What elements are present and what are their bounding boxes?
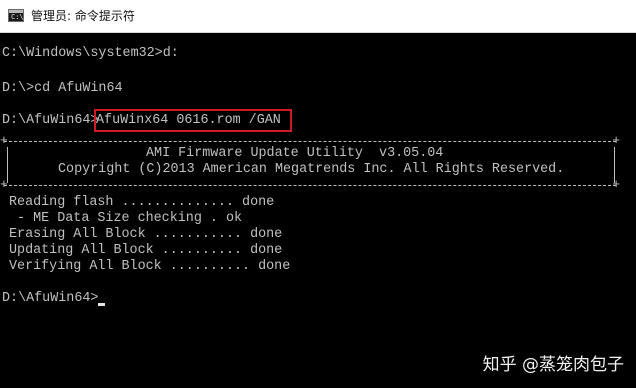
- command-prompt-window: C:\ 管理员: 命令提示符 C:\Windows\system32>d: D:…: [0, 0, 636, 388]
- console-prompt: D:\AfuWin64>: [2, 291, 99, 306]
- text-cursor: [98, 303, 105, 306]
- console-line: Updating All Block .......... done: [9, 243, 283, 258]
- banner-title: AMI Firmware Update Utility v3.05.04: [146, 146, 444, 161]
- console-line: Reading flash .............. done: [9, 195, 275, 210]
- title-bar[interactable]: C:\ 管理员: 命令提示符: [0, 0, 636, 33]
- watermark: 知乎 @蒸笼肉包子: [482, 355, 624, 375]
- console-line: Verifying All Block .......... done: [9, 259, 291, 274]
- console-output[interactable]: C:\Windows\system32>d: D:\>cd AfuWin64 D…: [0, 33, 636, 388]
- banner-top-border: + +: [0, 133, 620, 148]
- console-prompt: D:\AfuWin64>: [2, 113, 99, 128]
- console-line: Erasing All Block ........... done: [9, 227, 283, 242]
- console-line: C:\Windows\system32>d:: [2, 46, 179, 61]
- cmd-icon: C:\: [8, 9, 24, 22]
- banner-copyright: Copyright (C)2013 American Megatrends In…: [58, 162, 565, 177]
- console-line: - ME Data Size checking . ok: [9, 211, 243, 226]
- banner-bottom-border: + +: [0, 177, 620, 192]
- console-line: D:\>cd AfuWin64: [2, 81, 123, 96]
- red-highlight-box: [94, 109, 292, 132]
- window-title: 管理员: 命令提示符: [31, 9, 135, 23]
